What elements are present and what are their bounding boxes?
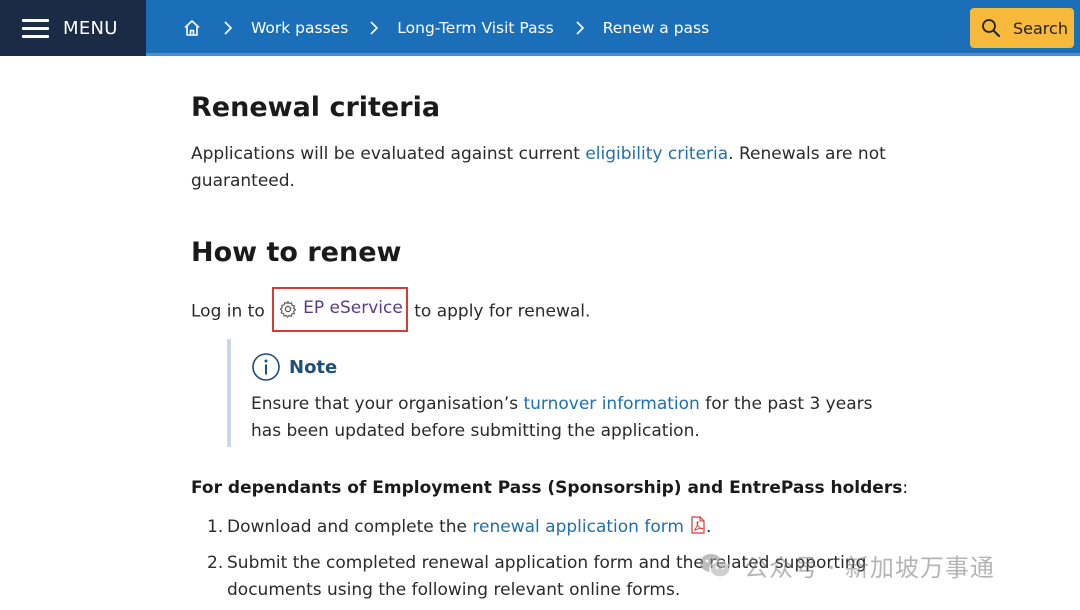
site-header: MENU Work passes Long-Term Visit Pass Re… <box>0 0 1080 56</box>
chevron-right-icon <box>574 21 586 35</box>
ep-eservice-highlight[interactable]: EP eService <box>272 287 408 332</box>
info-icon <box>251 352 281 382</box>
gear-icon <box>279 300 297 318</box>
how-to-text-before: Log in to <box>191 301 271 322</box>
eligibility-criteria-link[interactable]: eligibility criteria <box>585 144 728 164</box>
watermark: 公众号 · 新加坡万事通 <box>698 548 995 583</box>
hamburger-icon <box>22 19 49 38</box>
menu-label: MENU <box>63 17 118 39</box>
home-icon[interactable] <box>182 18 202 38</box>
chevron-right-icon <box>222 21 234 35</box>
list-item-text: Download and complete the renewal applic… <box>227 514 711 541</box>
search-label: Search <box>1013 18 1068 38</box>
turnover-information-link[interactable]: turnover information <box>523 394 699 414</box>
renewal-criteria-text: Applications will be evaluated against c… <box>191 141 891 195</box>
wechat-icon <box>698 549 732 583</box>
breadcrumb-renew-a-pass[interactable]: Renew a pass <box>603 19 710 37</box>
step1-text-before: Download and complete the <box>227 517 473 537</box>
list-number: 1. <box>207 517 224 537</box>
how-to-text-after: to apply for renewal. <box>408 301 591 322</box>
list-number: 2. <box>207 553 224 573</box>
note-body: Ensure that your organisation’s turnover… <box>251 391 891 445</box>
note-callout: Note Ensure that your organisation’s tur… <box>227 339 887 447</box>
renewal-application-form-link[interactable]: renewal application form <box>472 517 684 537</box>
renewal-criteria-heading: Renewal criteria <box>191 92 441 123</box>
search-icon <box>981 18 1001 38</box>
note-title: Note <box>289 356 338 378</box>
renewal-text-before: Applications will be evaluated against c… <box>191 144 586 164</box>
note-text-before: Ensure that your organisation’s <box>251 394 524 414</box>
breadcrumb: Work passes Long-Term Visit Pass Renew a… <box>182 0 709 56</box>
ep-eservice-link[interactable]: EP eService <box>303 295 403 322</box>
breadcrumb-work-passes[interactable]: Work passes <box>251 19 348 37</box>
breadcrumb-long-term-visit-pass[interactable]: Long-Term Visit Pass <box>397 19 553 37</box>
list-item: 1. Download and complete the renewal app… <box>207 514 887 541</box>
pdf-icon[interactable] <box>690 516 706 534</box>
dependants-heading: For dependants of Employment Pass (Spons… <box>191 475 908 502</box>
search-button[interactable]: Search <box>970 8 1074 48</box>
dependants-bold: For dependants of Employment Pass (Spons… <box>191 478 903 498</box>
watermark-text: 公众号 · 新加坡万事通 <box>744 554 995 582</box>
note-header: Note <box>251 345 887 389</box>
how-to-renew-heading: How to renew <box>191 237 402 268</box>
menu-button[interactable]: MENU <box>0 0 146 56</box>
chevron-right-icon <box>368 21 380 35</box>
dependants-suffix: : <box>902 478 909 498</box>
step1-text-after: . <box>705 517 712 537</box>
how-to-renew-text: Log in to EP eService to apply for renew… <box>191 286 891 332</box>
